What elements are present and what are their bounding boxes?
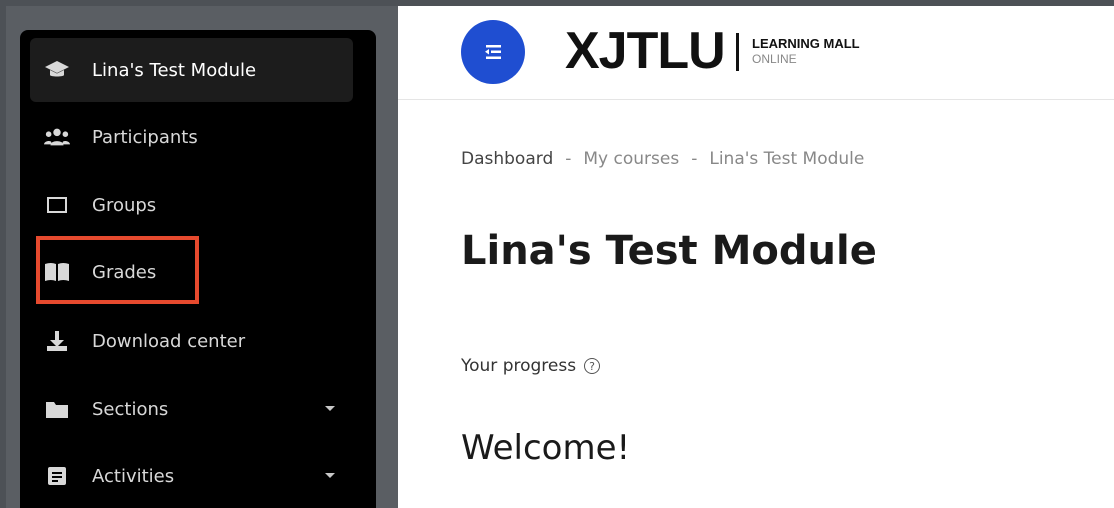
menu-collapse-icon: [485, 45, 501, 59]
folder-icon: [44, 396, 70, 422]
help-icon[interactable]: ?: [584, 358, 601, 374]
welcome-heading: Welcome!: [461, 428, 631, 468]
chevron-down-icon[interactable]: [325, 473, 335, 478]
breadcrumb-separator: -: [691, 149, 698, 169]
logo-subtitle: LEARNING MALL: [752, 36, 860, 51]
page-title: Lina's Test Module: [461, 228, 877, 274]
breadcrumb-separator: -: [565, 149, 572, 169]
sidebar-item-label: Activities: [92, 465, 175, 487]
logo-divider: [736, 33, 739, 71]
drawer-toggle-button[interactable]: [461, 20, 525, 84]
sidebar-item-label: Participants: [92, 126, 198, 148]
sidebar-item-course-home[interactable]: Lina's Test Module: [30, 38, 353, 102]
sidebar-item-download-center[interactable]: Download center: [30, 309, 353, 373]
chevron-down-icon[interactable]: [325, 406, 335, 411]
main-content: XJTLU LEARNING MALL ONLINE Dashboard - M…: [398, 6, 1114, 508]
site-logo[interactable]: XJTLU: [565, 21, 726, 81]
breadcrumb-dashboard[interactable]: Dashboard: [461, 149, 553, 169]
breadcrumb-current-course[interactable]: Lina's Test Module: [709, 149, 864, 169]
sidebar-item-label: Sections: [92, 398, 169, 420]
top-header: XJTLU LEARNING MALL ONLINE: [398, 6, 1114, 100]
sidebar-item-activities[interactable]: Activities: [30, 444, 353, 508]
breadcrumb-my-courses[interactable]: My courses: [583, 149, 679, 169]
users-icon: [44, 124, 70, 150]
sidebar-item-sections[interactable]: Sections: [30, 377, 353, 441]
logo-subtitle-secondary: ONLINE: [752, 52, 797, 66]
download-icon: [44, 328, 70, 354]
annotation-highlight-box: [36, 236, 199, 304]
sidebar-item-participants[interactable]: Participants: [30, 105, 353, 169]
course-progress: Your progress ?: [461, 356, 601, 376]
sidebar-item-label: Lina's Test Module: [92, 59, 257, 81]
square-icon: [44, 192, 70, 218]
document-icon: [44, 463, 70, 489]
breadcrumb: Dashboard - My courses - Lina's Test Mod…: [461, 149, 864, 169]
sidebar-item-label: Groups: [92, 194, 157, 216]
graduation-cap-icon: [44, 57, 70, 83]
progress-label: Your progress: [461, 356, 577, 376]
sidebar-item-label: Download center: [92, 330, 246, 352]
sidebar-item-groups[interactable]: Groups: [30, 173, 353, 237]
